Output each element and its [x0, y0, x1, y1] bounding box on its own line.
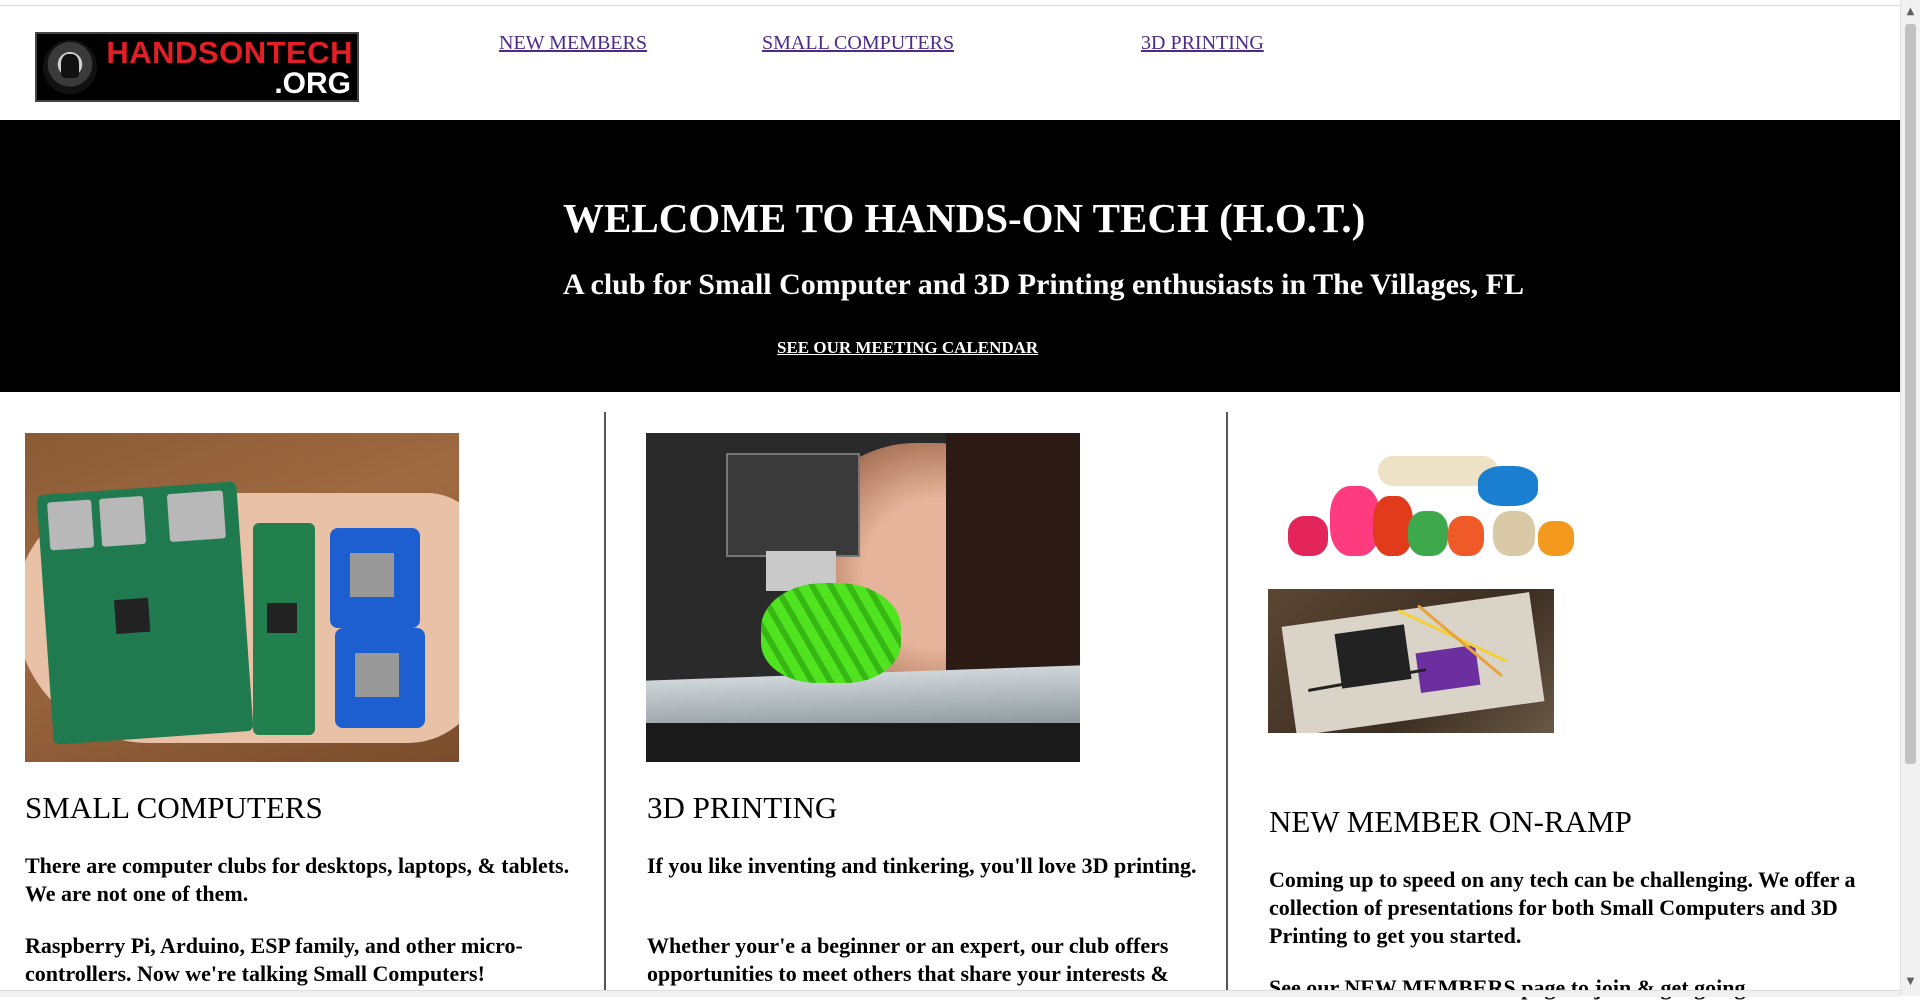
- microcontroller-board-image: [1268, 589, 1554, 733]
- column-divider-1: [604, 412, 606, 996]
- scrollbar-thumb[interactable]: [1905, 24, 1916, 764]
- scroll-up-arrow-icon[interactable]: ▲: [1901, 2, 1920, 22]
- new-member-text-2: See our NEW MEMBERS page to join & get g…: [1269, 974, 1869, 1002]
- 3d-printing-image: [646, 433, 1080, 762]
- logo-text-org: .ORG: [274, 67, 351, 100]
- meeting-calendar-link[interactable]: SEE OUR MEETING CALENDAR: [777, 338, 1038, 358]
- 3d-printed-toys-image: [1268, 446, 1586, 572]
- scroll-down-arrow-icon[interactable]: ▼: [1901, 972, 1920, 992]
- new-member-text-1: Coming up to speed on any tech can be ch…: [1269, 867, 1856, 948]
- nav-new-members[interactable]: NEW MEMBERS: [499, 32, 647, 55]
- small-computers-image: [25, 433, 459, 762]
- nav-3d-printing[interactable]: 3D PRINTING: [1141, 32, 1264, 55]
- 3d-printing-text-2: Whether your'e a beginner or an expert, …: [647, 933, 1169, 986]
- 3d-printing-heading: 3D PRINTING: [647, 790, 838, 825]
- small-computers-text-1: There are computer clubs for desktops, l…: [25, 853, 570, 906]
- hero-subtitle: A club for Small Computer and 3D Printin…: [563, 268, 1524, 301]
- small-computers-heading: SMALL COMPUTERS: [25, 790, 323, 825]
- hero-banner: WELCOME TO HANDS-ON TECH (H.O.T.) A club…: [0, 120, 1900, 392]
- site-header: HANDSONTECH .ORG NEW MEMBERS SMALL COMPU…: [0, 6, 1900, 120]
- hand-emblem-icon: [43, 40, 97, 94]
- 3d-printing-text-1: If you like inventing and tinkering, you…: [647, 853, 1197, 878]
- new-member-heading: NEW MEMBER ON-RAMP: [1269, 804, 1632, 839]
- vertical-scrollbar[interactable]: ▲ ▼: [1900, 0, 1920, 996]
- logo-text-handsontech: HANDSONTECH: [106, 35, 353, 70]
- hero-title: WELCOME TO HANDS-ON TECH (H.O.T.): [563, 195, 1366, 241]
- small-computers-text-2: Raspberry Pi, Arduino, ESP family, and o…: [25, 933, 523, 986]
- nav-small-computers[interactable]: SMALL COMPUTERS: [762, 32, 954, 55]
- site-logo[interactable]: HANDSONTECH .ORG: [35, 32, 359, 102]
- column-divider-2: [1226, 412, 1228, 996]
